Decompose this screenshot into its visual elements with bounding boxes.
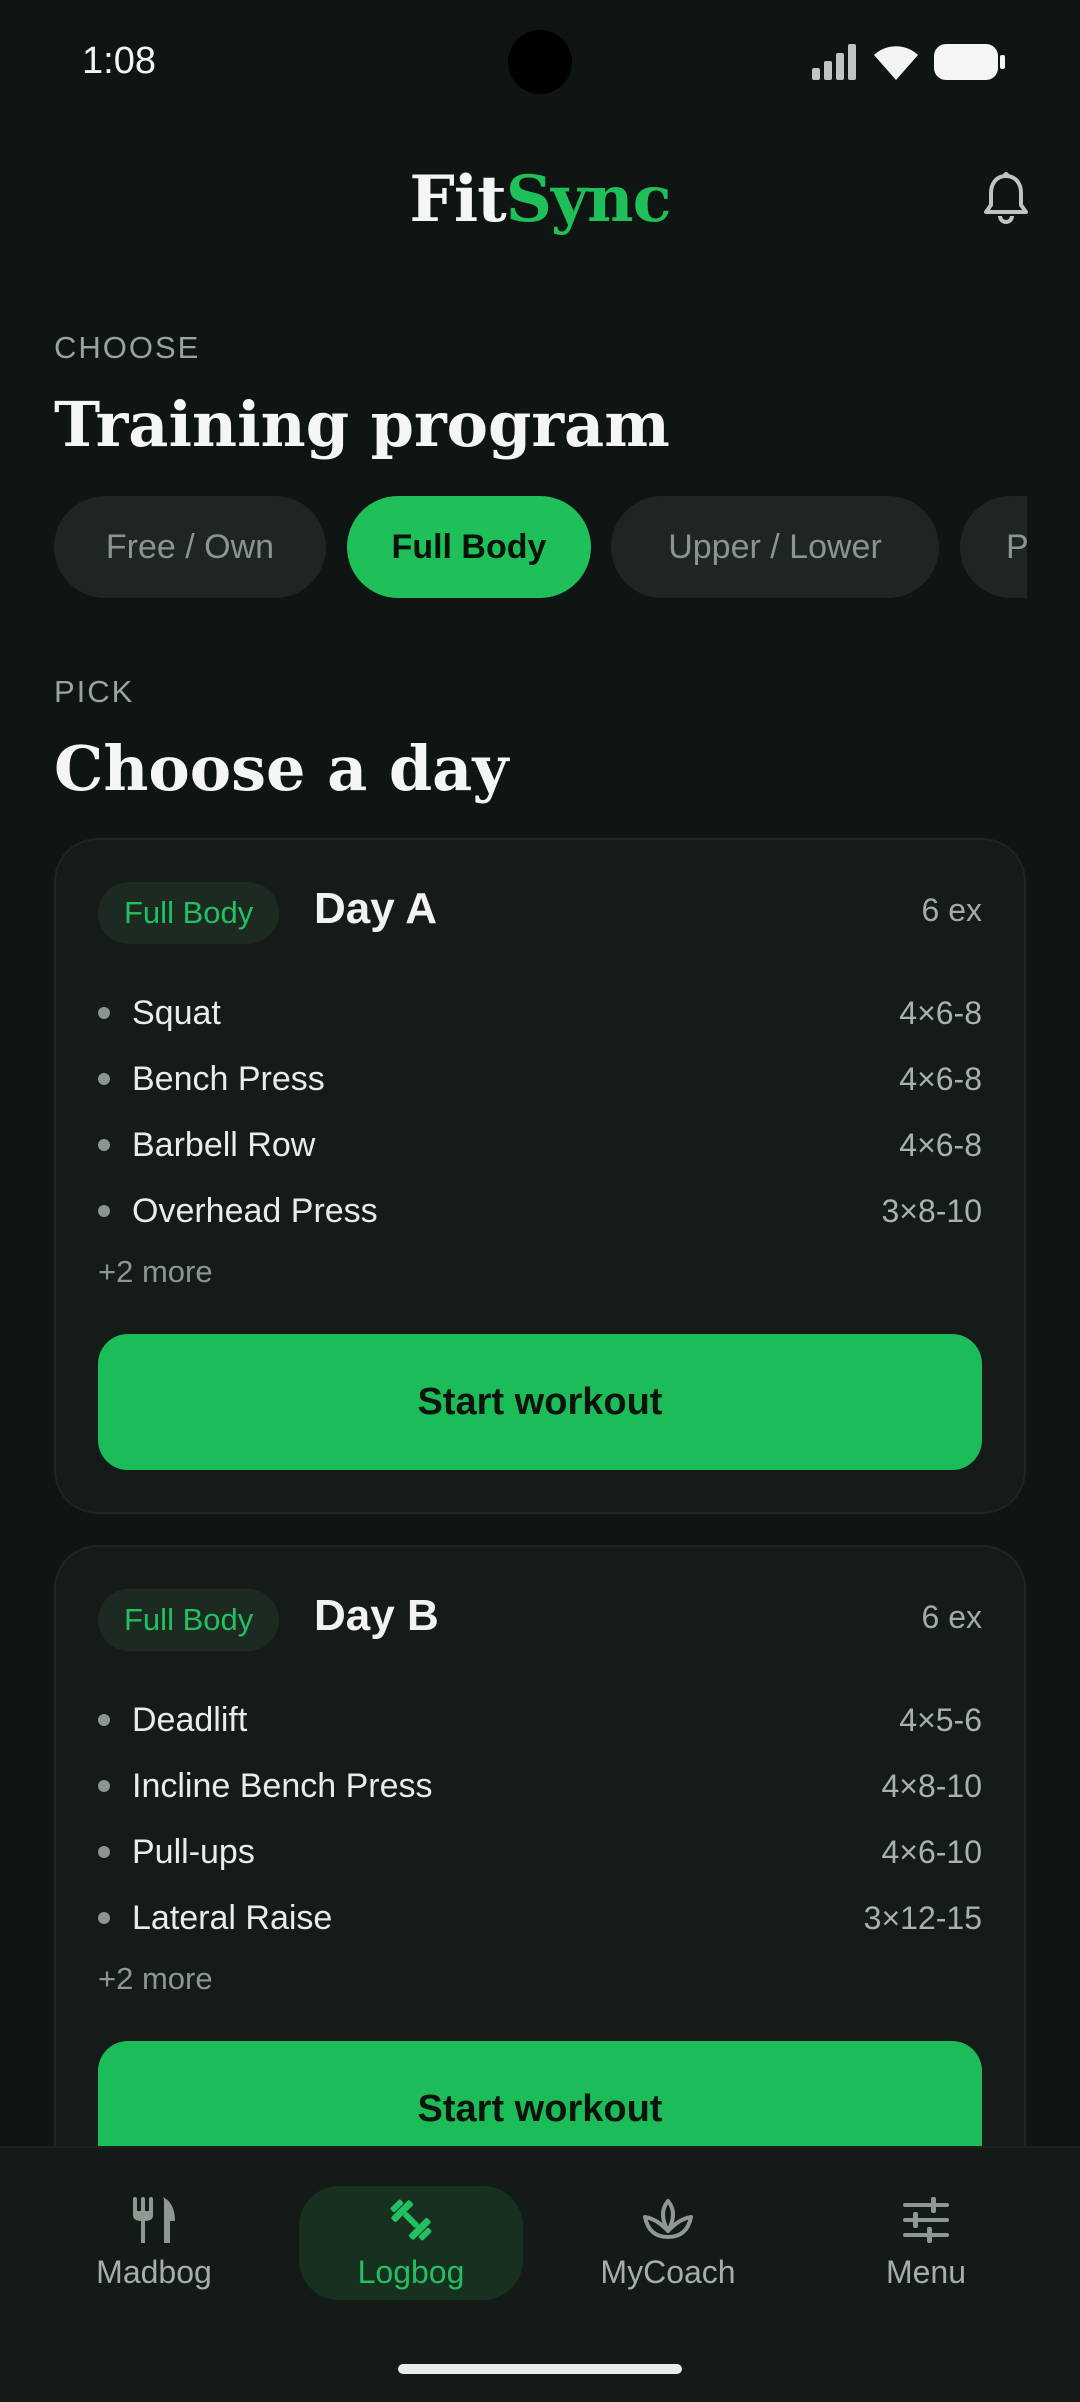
exercise-sets: 4×6-8: [899, 1060, 982, 1097]
dumbbell-icon: [384, 2192, 438, 2248]
exercise-name: Incline Bench Press: [132, 1766, 433, 1805]
exercise-sets: 3×8-10: [881, 1192, 982, 1229]
wifi-icon: [874, 46, 918, 80]
exercise-name: Bench Press: [132, 1059, 325, 1098]
day-section-title: Choose a day: [54, 732, 509, 805]
exercise-sets: 4×5-6: [899, 1701, 982, 1738]
exercise-sets: 3×12-15: [863, 1899, 982, 1936]
signal-icon: [812, 44, 856, 80]
exercise-row: Bench Press 4×6-8: [98, 1046, 982, 1112]
program-badge: Full Body: [98, 882, 280, 944]
bullet-icon: [98, 1780, 110, 1792]
home-indicator[interactable]: [398, 2364, 682, 2374]
day-eyebrow: PICK: [54, 674, 135, 709]
exercise-name: Lateral Raise: [132, 1898, 333, 1937]
app-logo-title: FitSync: [0, 162, 1080, 237]
fork-knife-icon: [130, 2192, 178, 2248]
chip-free-own[interactable]: Free / Own: [54, 496, 326, 598]
exercise-count: 6 ex: [921, 892, 982, 928]
nav-label: Menu: [885, 2254, 967, 2290]
exercise-row: Overhead Press 3×8-10: [98, 1178, 982, 1244]
exercise-list: Squat 4×6-8 Bench Press 4×6-8 Barbell Ro…: [98, 980, 982, 1244]
bullet-icon: [98, 1073, 110, 1085]
nav-item-mycoach[interactable]: MyCoach: [556, 2186, 780, 2300]
nav-label: Logbog: [357, 2254, 465, 2290]
exercise-sets: 4×6-10: [881, 1833, 982, 1870]
exercise-sets: 4×6-8: [899, 1126, 982, 1163]
camera-cutout: [508, 30, 572, 94]
exercise-row: Lateral Raise 3×12-15: [98, 1885, 982, 1951]
program-title: Training program: [54, 388, 670, 461]
exercise-sets: 4×8-10: [881, 1767, 982, 1804]
nav-label: Madbog: [96, 2254, 212, 2290]
nav-item-menu[interactable]: Menu: [814, 2186, 1038, 2300]
exercise-row: Squat 4×6-8: [98, 980, 982, 1046]
program-eyebrow: CHOOSE: [54, 330, 201, 365]
program-badge: Full Body: [98, 1589, 280, 1651]
bell-icon[interactable]: [982, 172, 1030, 224]
day-card-a: Full Body Day A 6 ex Squat 4×6-8 Bench P…: [54, 838, 1026, 1514]
chip-truncated[interactable]: P: [960, 496, 1027, 598]
exercise-list: Deadlift 4×5-6 Incline Bench Press 4×8-1…: [98, 1687, 982, 1951]
bullet-icon: [98, 1007, 110, 1019]
day-title: Day A: [314, 884, 438, 933]
exercise-count: 6 ex: [921, 1599, 982, 1635]
chip-upper-lower[interactable]: Upper / Lower: [611, 496, 939, 598]
exercise-sets: 4×6-8: [899, 994, 982, 1031]
bullet-icon: [98, 1139, 110, 1151]
bullet-icon: [98, 1912, 110, 1924]
exercise-name: Barbell Row: [132, 1125, 316, 1164]
brand-sync: Sync: [505, 162, 672, 237]
status-time: 1:08: [82, 40, 156, 82]
leaf-lotus-icon: [641, 2192, 695, 2248]
start-workout-button[interactable]: Start workout: [98, 1334, 982, 1470]
battery-icon: [934, 44, 1005, 80]
bullet-icon: [98, 1846, 110, 1858]
nav-label: MyCoach: [600, 2254, 736, 2290]
sliders-icon: [901, 2192, 951, 2248]
chip-full-body[interactable]: Full Body: [347, 496, 591, 598]
brand-fit: Fit: [409, 162, 506, 237]
bullet-icon: [98, 1714, 110, 1726]
day-card-b: Full Body Day B 6 ex Deadlift 4×5-6 Incl…: [54, 1545, 1026, 2245]
program-chips: Free / Own Full Body Upper / Lower P: [54, 496, 1027, 598]
bullet-icon: [98, 1205, 110, 1217]
exercise-row: Incline Bench Press 4×8-10: [98, 1753, 982, 1819]
exercise-name: Overhead Press: [132, 1191, 378, 1230]
nav-item-logbog[interactable]: Logbog: [299, 2186, 523, 2300]
day-title: Day B: [314, 1591, 439, 1640]
exercise-row: Barbell Row 4×6-8: [98, 1112, 982, 1178]
status-bar: 1:08: [0, 0, 1080, 120]
more-exercises[interactable]: +2 more: [98, 1254, 213, 1290]
exercise-name: Squat: [132, 993, 221, 1032]
nav-item-madbog[interactable]: Madbog: [42, 2186, 266, 2300]
exercise-row: Pull-ups 4×6-10: [98, 1819, 982, 1885]
exercise-row: Deadlift 4×5-6: [98, 1687, 982, 1753]
exercise-name: Pull-ups: [132, 1832, 255, 1871]
more-exercises[interactable]: +2 more: [98, 1961, 213, 1997]
exercise-name: Deadlift: [132, 1700, 248, 1739]
